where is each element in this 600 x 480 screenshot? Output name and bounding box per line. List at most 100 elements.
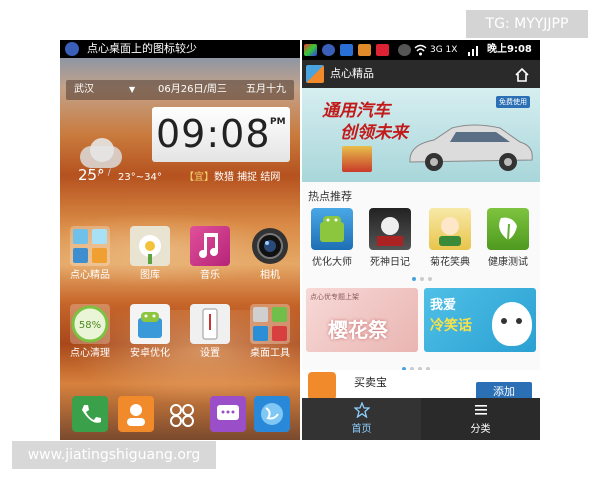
promo-line2: 冷笑话 [430, 318, 472, 334]
cleaner-percent: 58% [79, 320, 101, 331]
desktop-tools-icon [250, 304, 290, 344]
car-image [409, 124, 533, 171]
app-status-icon [358, 44, 371, 56]
app-drawer-icon[interactable] [164, 396, 200, 432]
app-notification-icon [65, 42, 79, 56]
banner-line2: 创领未来 [340, 123, 408, 143]
status-bar: 3G 1X 晚上9:08 [302, 40, 540, 60]
death-diary-icon [369, 208, 411, 250]
tab-home[interactable]: 首页 [302, 398, 421, 440]
app-label: 音乐 [200, 270, 220, 281]
status-time: 晚上9:08 [487, 44, 532, 55]
wifi-icon [414, 44, 427, 56]
clock-widget[interactable]: 09:08 PM [152, 107, 290, 162]
app-music[interactable]: 音乐 [182, 226, 238, 282]
app-dianxin-cleaner[interactable]: 58% 点心清理 [62, 304, 118, 360]
app-android-optimize[interactable]: 安卓优化 [122, 304, 178, 360]
app-store-screen: 3G 1X 晚上9:08 点心精品 通用汽车 创领未来 免费使用 热点推荐 优化… [302, 40, 540, 440]
app-label: 安卓优化 [130, 348, 170, 359]
contacts-icon[interactable] [118, 396, 154, 432]
list-item[interactable]: 买卖宝 添加 [302, 370, 540, 402]
promo-title: 樱花祭 [328, 318, 388, 342]
hot-app-label: 优化大师 [312, 257, 352, 268]
leaf-health-icon [487, 208, 529, 250]
app-desktop-tools[interactable]: 桌面工具 [242, 304, 298, 360]
settings-phone-icon [190, 304, 230, 344]
dock [60, 390, 300, 440]
hot-app-item[interactable]: 健康测试 [480, 208, 536, 268]
home-screen: 点心桌面上的图标较少 武汉 ▼ 06月26日/周三 五月十九 / / / 09:… [60, 40, 300, 440]
notification-text: 点心桌面上的图标较少 [87, 42, 197, 55]
promo-card-jokes[interactable]: 我爱 冷笑话 [424, 288, 536, 352]
grid-folder-icon [70, 226, 110, 266]
weather-bar[interactable]: 武汉 ▼ 06月26日/周三 五月十九 [66, 80, 294, 100]
clock-meridiem: PM [270, 117, 286, 127]
messages-icon[interactable] [210, 396, 246, 432]
page-title: 点心精品 [330, 67, 374, 80]
watermark-top: TG: MYYJJPP [466, 10, 588, 38]
weather-detail-row: 25° 23°~34° 【宜】数猎 捕捉 结网 [68, 166, 296, 186]
hot-app-label: 菊花笑典 [430, 257, 470, 268]
tab-label: 首页 [351, 424, 372, 435]
app-label: 点心精品 [70, 270, 110, 281]
app-status-icon [304, 44, 317, 56]
bunny-mascot-icon [492, 302, 532, 346]
hot-app-label: 健康测试 [488, 257, 528, 268]
hot-app-item[interactable]: 菊花笑典 [422, 208, 478, 268]
tab-label: 分类 [470, 424, 491, 435]
star-icon [302, 398, 421, 420]
app-label: 图库 [140, 270, 160, 281]
weather-lunar-date: 五月十九 [246, 84, 286, 95]
app-logo-icon [306, 65, 324, 83]
chevron-down-icon[interactable]: ▼ [129, 80, 135, 100]
section-title: 热点推荐 [308, 190, 352, 203]
promo-card-sakura[interactable]: 点心优专题上架 樱花祭 [306, 288, 418, 352]
current-temperature: 25° [78, 166, 105, 184]
temperature-range: 23°~34° [118, 172, 162, 183]
notification-bar[interactable]: 点心桌面上的图标较少 [60, 40, 300, 58]
list-item-name: 买卖宝 [354, 376, 387, 389]
app-dianxin-jingpin[interactable]: 点心精品 [62, 226, 118, 282]
bottom-tab-bar: 首页 分类 [302, 398, 540, 440]
ad-banner[interactable]: 通用汽车 创领未来 免费使用 [302, 88, 540, 182]
music-note-icon [190, 226, 230, 266]
shopping-bag-icon [308, 372, 336, 400]
hot-app-label: 死神日记 [370, 257, 410, 268]
almanac-tag: 【宜】 [184, 172, 214, 183]
app-status-icon [340, 44, 353, 56]
phone-icon[interactable] [72, 396, 108, 432]
almanac-text: 数猎 捕捉 结网 [214, 172, 281, 183]
app-label: 点心清理 [70, 348, 110, 359]
weather-date: 06月26日/周三 [158, 84, 227, 95]
camera-lens-icon [250, 226, 290, 266]
comic-laugh-icon [429, 208, 471, 250]
tab-categories[interactable]: 分类 [421, 398, 540, 440]
clock-time: 09:08 [156, 112, 271, 156]
android-master-icon [311, 208, 353, 250]
app-status-icon [376, 44, 389, 56]
app-settings[interactable]: 设置 [182, 304, 238, 360]
banner-badge[interactable]: 免费使用 [496, 96, 530, 108]
game-card-image [342, 146, 372, 172]
screenshot-canvas: 点心桌面上的图标较少 武汉 ▼ 06月26日/周三 五月十九 / / / 09:… [0, 0, 600, 480]
network-indicator: 3G 1X [430, 45, 458, 55]
weather-city[interactable]: 武汉 [74, 80, 94, 100]
hot-app-item[interactable]: 优化大师 [304, 208, 360, 268]
app-status-icon [398, 44, 411, 56]
app-gallery[interactable]: 图库 [122, 226, 178, 282]
hot-app-item[interactable]: 死神日记 [362, 208, 418, 268]
app-status-icon [322, 44, 335, 56]
app-label: 设置 [200, 348, 220, 359]
signal-bars-icon [467, 44, 480, 56]
browser-globe-icon[interactable] [254, 396, 290, 432]
watermark-bottom: www.jiatingshiguang.org [12, 441, 216, 469]
carousel-dots [410, 266, 434, 285]
app-camera[interactable]: 相机 [242, 226, 298, 282]
app-label: 桌面工具 [250, 348, 290, 359]
app-label: 相机 [260, 270, 280, 281]
promo-subtitle: 点心优专题上架 [310, 293, 359, 301]
app-header: 点心精品 [302, 60, 540, 88]
home-icon[interactable] [514, 66, 530, 82]
cleaner-percent-icon: 58% [70, 304, 110, 344]
android-optimize-icon [130, 304, 170, 344]
